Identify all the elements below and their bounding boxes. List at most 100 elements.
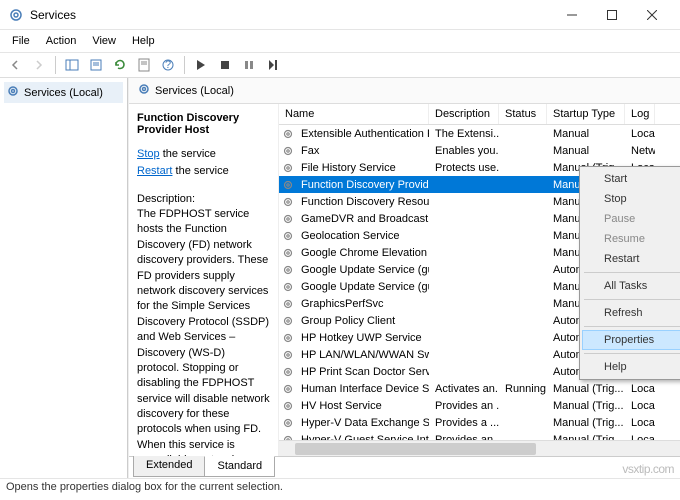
- service-row[interactable]: Hyper-V Data Exchange Ser...Provides a .…: [279, 414, 680, 431]
- properties-button[interactable]: [133, 54, 155, 76]
- ctx-separator: [584, 326, 680, 327]
- cell-name: HP Hotkey UWP Service: [295, 332, 429, 344]
- cell-name: HP LAN/WLAN/WWAN Swi...: [295, 349, 429, 361]
- stop-link[interactable]: Stop: [137, 148, 160, 160]
- cell-startup: Manual: [547, 128, 625, 140]
- horizontal-scrollbar[interactable]: [279, 440, 680, 456]
- col-logon[interactable]: Log: [625, 104, 655, 124]
- tab-standard[interactable]: Standard: [204, 456, 275, 477]
- tree-pane: Services (Local): [0, 78, 128, 478]
- col-startup[interactable]: Startup Type: [547, 104, 625, 124]
- cell-desc: The Extensi...: [429, 128, 499, 140]
- col-description[interactable]: Description: [429, 104, 499, 124]
- stop-service-button[interactable]: [214, 54, 236, 76]
- cell-name: Google Chrome Elevation S...: [295, 247, 429, 259]
- service-row[interactable]: HV Host ServiceProvides an ...Manual (Tr…: [279, 397, 680, 414]
- menu-view[interactable]: View: [84, 33, 124, 49]
- service-icon: [281, 315, 295, 327]
- ctx-resume: Resume: [582, 229, 680, 249]
- start-service-button[interactable]: [190, 54, 212, 76]
- description-label: Description:: [137, 193, 270, 205]
- status-bar: Opens the properties dialog box for the …: [0, 478, 680, 498]
- toolbar-separator: [55, 56, 56, 74]
- cell-name: HP Print Scan Doctor Service: [295, 366, 429, 378]
- service-icon: [281, 298, 295, 310]
- right-header-label: Services (Local): [155, 85, 234, 97]
- service-icon: [281, 179, 295, 191]
- cell-name: File History Service: [295, 162, 429, 174]
- service-icon: [281, 128, 295, 140]
- service-row[interactable]: Extensible Authentication P...The Extens…: [279, 125, 680, 142]
- tree-root-label: Services (Local): [24, 87, 103, 99]
- cell-name: Function Discovery Provide...: [295, 179, 429, 191]
- back-button[interactable]: [4, 54, 26, 76]
- menubar: File Action View Help: [0, 30, 680, 52]
- ctx-properties[interactable]: Properties: [582, 330, 680, 350]
- cell-name: GraphicsPerfSvc: [295, 298, 429, 310]
- tree-root[interactable]: Services (Local): [4, 82, 123, 103]
- services-icon: [6, 84, 20, 101]
- tab-extended[interactable]: Extended: [133, 456, 205, 477]
- service-list: Name Description Status Startup Type Log…: [279, 104, 680, 456]
- context-menu: Start Stop Pause Resume Restart All Task…: [579, 166, 680, 380]
- body: Services (Local) Services (Local) Functi…: [0, 78, 680, 478]
- export-button[interactable]: [85, 54, 107, 76]
- ctx-start[interactable]: Start: [582, 169, 680, 189]
- selected-service-name: Function Discovery Provider Host: [137, 112, 270, 136]
- col-name[interactable]: Name: [279, 104, 429, 124]
- service-icon: [281, 145, 295, 157]
- col-status[interactable]: Status: [499, 104, 547, 124]
- cell-startup: Manual: [547, 145, 625, 157]
- forward-button[interactable]: [28, 54, 50, 76]
- cell-desc: Activates an...: [429, 383, 499, 395]
- service-icon: [281, 400, 295, 412]
- menu-help[interactable]: Help: [124, 33, 163, 49]
- ctx-refresh[interactable]: Refresh: [582, 303, 680, 323]
- service-row[interactable]: Human Interface Device Ser...Activates a…: [279, 380, 680, 397]
- show-hide-button[interactable]: [61, 54, 83, 76]
- titlebar: Services: [0, 0, 680, 30]
- service-actions: Stop the service Restart the service: [137, 146, 270, 179]
- restart-link[interactable]: Restart: [137, 165, 172, 177]
- scrollbar-thumb[interactable]: [295, 443, 536, 455]
- cell-name: Fax: [295, 145, 429, 157]
- cell-logon: Loca: [625, 417, 655, 429]
- content-area: Function Discovery Provider Host Stop th…: [129, 104, 680, 456]
- toolbar-separator: [184, 56, 185, 74]
- restart-service-button[interactable]: [262, 54, 284, 76]
- cell-logon: Loca: [625, 128, 655, 140]
- menu-action[interactable]: Action: [38, 33, 85, 49]
- cell-name: GameDVR and Broadcast Us...: [295, 213, 429, 225]
- cell-logon: Netw: [625, 145, 655, 157]
- ctx-stop[interactable]: Stop: [582, 189, 680, 209]
- maximize-button[interactable]: [592, 1, 632, 29]
- service-icon: [281, 196, 295, 208]
- cell-name: Function Discovery Resourc...: [295, 196, 429, 208]
- cell-logon: Loca: [625, 400, 655, 412]
- ctx-separator: [584, 353, 680, 354]
- cell-name: Geolocation Service: [295, 230, 429, 242]
- close-button[interactable]: [632, 1, 672, 29]
- cell-name: HV Host Service: [295, 400, 429, 412]
- cell-desc: Protects use...: [429, 162, 499, 174]
- service-icon: [281, 247, 295, 259]
- svg-text:?: ?: [165, 59, 171, 71]
- app-icon: [8, 7, 24, 23]
- minimize-button[interactable]: [552, 1, 592, 29]
- column-headers: Name Description Status Startup Type Log: [279, 104, 680, 125]
- pause-service-button[interactable]: [238, 54, 260, 76]
- ctx-restart[interactable]: Restart: [582, 249, 680, 269]
- cell-name: Hyper-V Data Exchange Ser...: [295, 417, 429, 429]
- ctx-all-tasks[interactable]: All Tasks: [582, 276, 680, 296]
- service-row[interactable]: FaxEnables you...ManualNetw: [279, 142, 680, 159]
- ctx-help[interactable]: Help: [582, 357, 680, 377]
- service-icon: [281, 230, 295, 242]
- help-button[interactable]: ?: [157, 54, 179, 76]
- toolbar: ?: [0, 52, 680, 78]
- stop-tail: the service: [160, 148, 216, 160]
- restart-tail: the service: [172, 165, 228, 177]
- menu-file[interactable]: File: [4, 33, 38, 49]
- cell-logon: Loca: [625, 383, 655, 395]
- ctx-separator: [584, 272, 680, 273]
- refresh-button[interactable]: [109, 54, 131, 76]
